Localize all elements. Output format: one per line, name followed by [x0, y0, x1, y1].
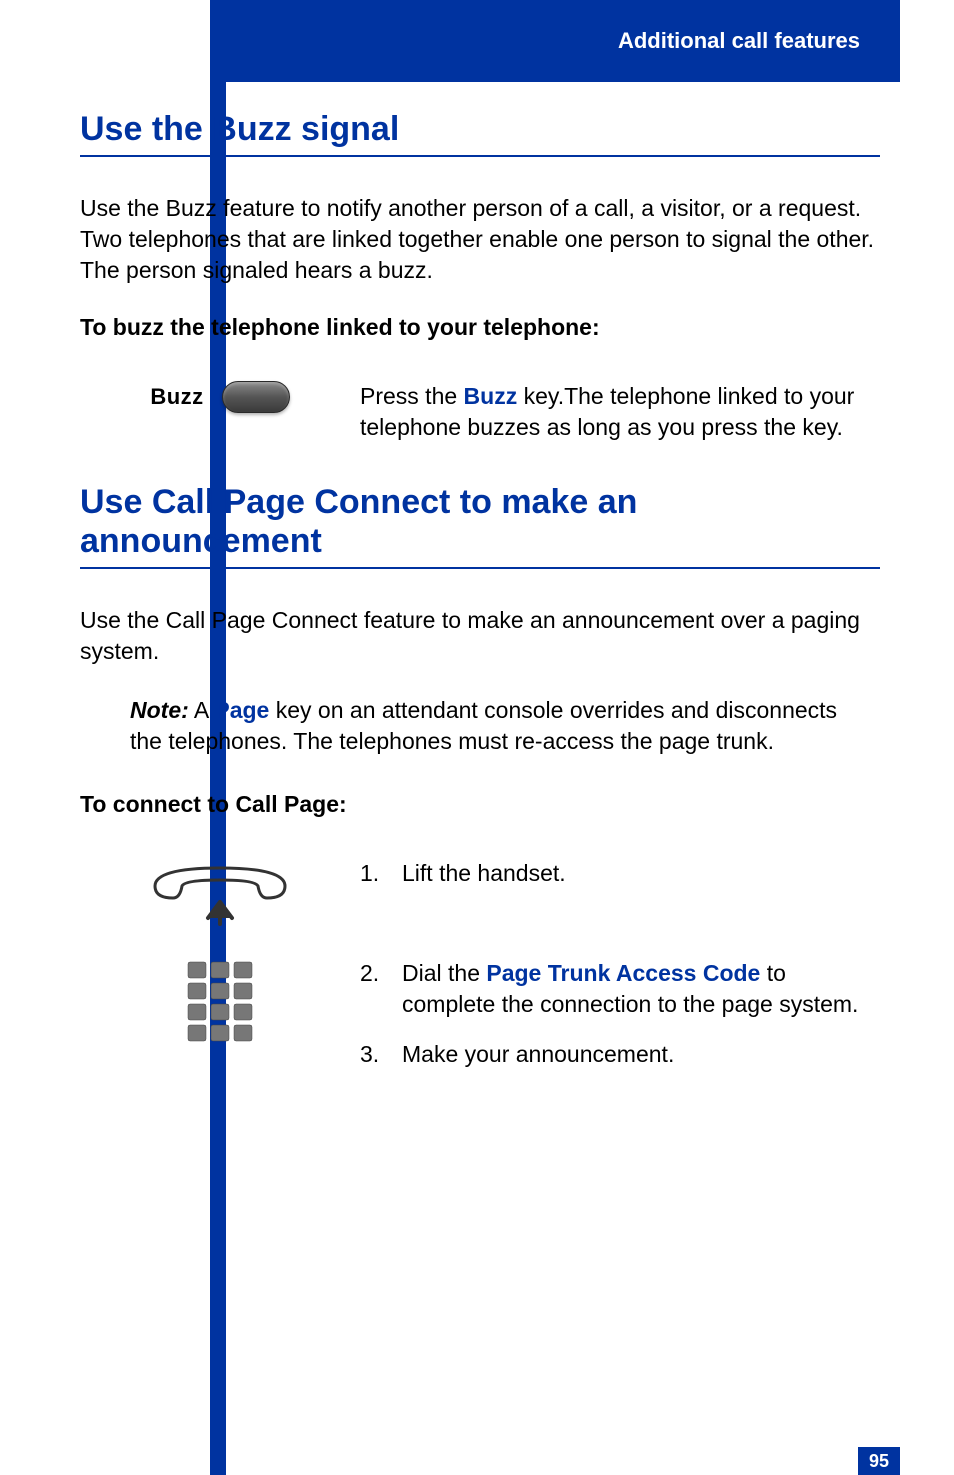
- section2-note: Note: A Page key on an attendant console…: [80, 695, 880, 757]
- buzz-step-text: Press the Buzz key.The telephone linked …: [360, 381, 880, 443]
- main-content: Use the Buzz signal Use the Buzz feature…: [80, 110, 880, 1118]
- page-number: 95: [858, 1447, 900, 1475]
- buzz-keyword: Buzz: [464, 383, 518, 409]
- step2-prefix: Dial the: [402, 960, 486, 986]
- note-prefix: A: [189, 697, 215, 723]
- buzz-step-prefix: Press the: [360, 383, 464, 409]
- section1-subheading: To buzz the telephone linked to your tel…: [80, 314, 880, 341]
- step1-row: Lift the handset.: [80, 858, 880, 928]
- buzz-key-label: Buzz: [150, 384, 203, 410]
- keypad-icon-col: [80, 958, 360, 1046]
- section2-intro: Use the Call Page Connect feature to mak…: [80, 605, 880, 667]
- section2-subheading: To connect to Call Page:: [80, 791, 880, 818]
- section1-intro: Use the Buzz feature to notify another p…: [80, 193, 880, 286]
- keypad-icon: [184, 958, 256, 1046]
- buzz-step-row: Buzz Press the Buzz key.The telephone li…: [80, 381, 880, 443]
- note-label: Note:: [130, 697, 189, 723]
- softkey-button-icon: [222, 381, 290, 413]
- note-keyword: Page: [214, 697, 269, 723]
- lift-handset-icon: [145, 858, 295, 928]
- header-title: Additional call features: [618, 28, 860, 54]
- section1-heading: Use the Buzz signal: [80, 110, 880, 157]
- step2-keyword: Page Trunk Access Code: [486, 960, 760, 986]
- step3-text: Make your announcement.: [360, 1039, 880, 1070]
- steps-list-2: Dial the Page Trunk Access Code to compl…: [360, 958, 880, 1069]
- handset-icon-col: [80, 858, 360, 928]
- step2-text: Dial the Page Trunk Access Code to compl…: [360, 958, 880, 1020]
- steps-list-1: Lift the handset.: [360, 858, 880, 889]
- step2-row: Dial the Page Trunk Access Code to compl…: [80, 958, 880, 1087]
- section2-heading: Use Call Page Connect to make an announc…: [80, 483, 880, 569]
- buzz-key-col: Buzz: [80, 381, 360, 413]
- step2-text-col: Dial the Page Trunk Access Code to compl…: [360, 958, 880, 1087]
- header-bar: Additional call features: [210, 0, 900, 82]
- buzz-key-wrap: Buzz: [150, 381, 289, 413]
- step1-text-col: Lift the handset.: [360, 858, 880, 907]
- step1-text: Lift the handset.: [360, 858, 880, 889]
